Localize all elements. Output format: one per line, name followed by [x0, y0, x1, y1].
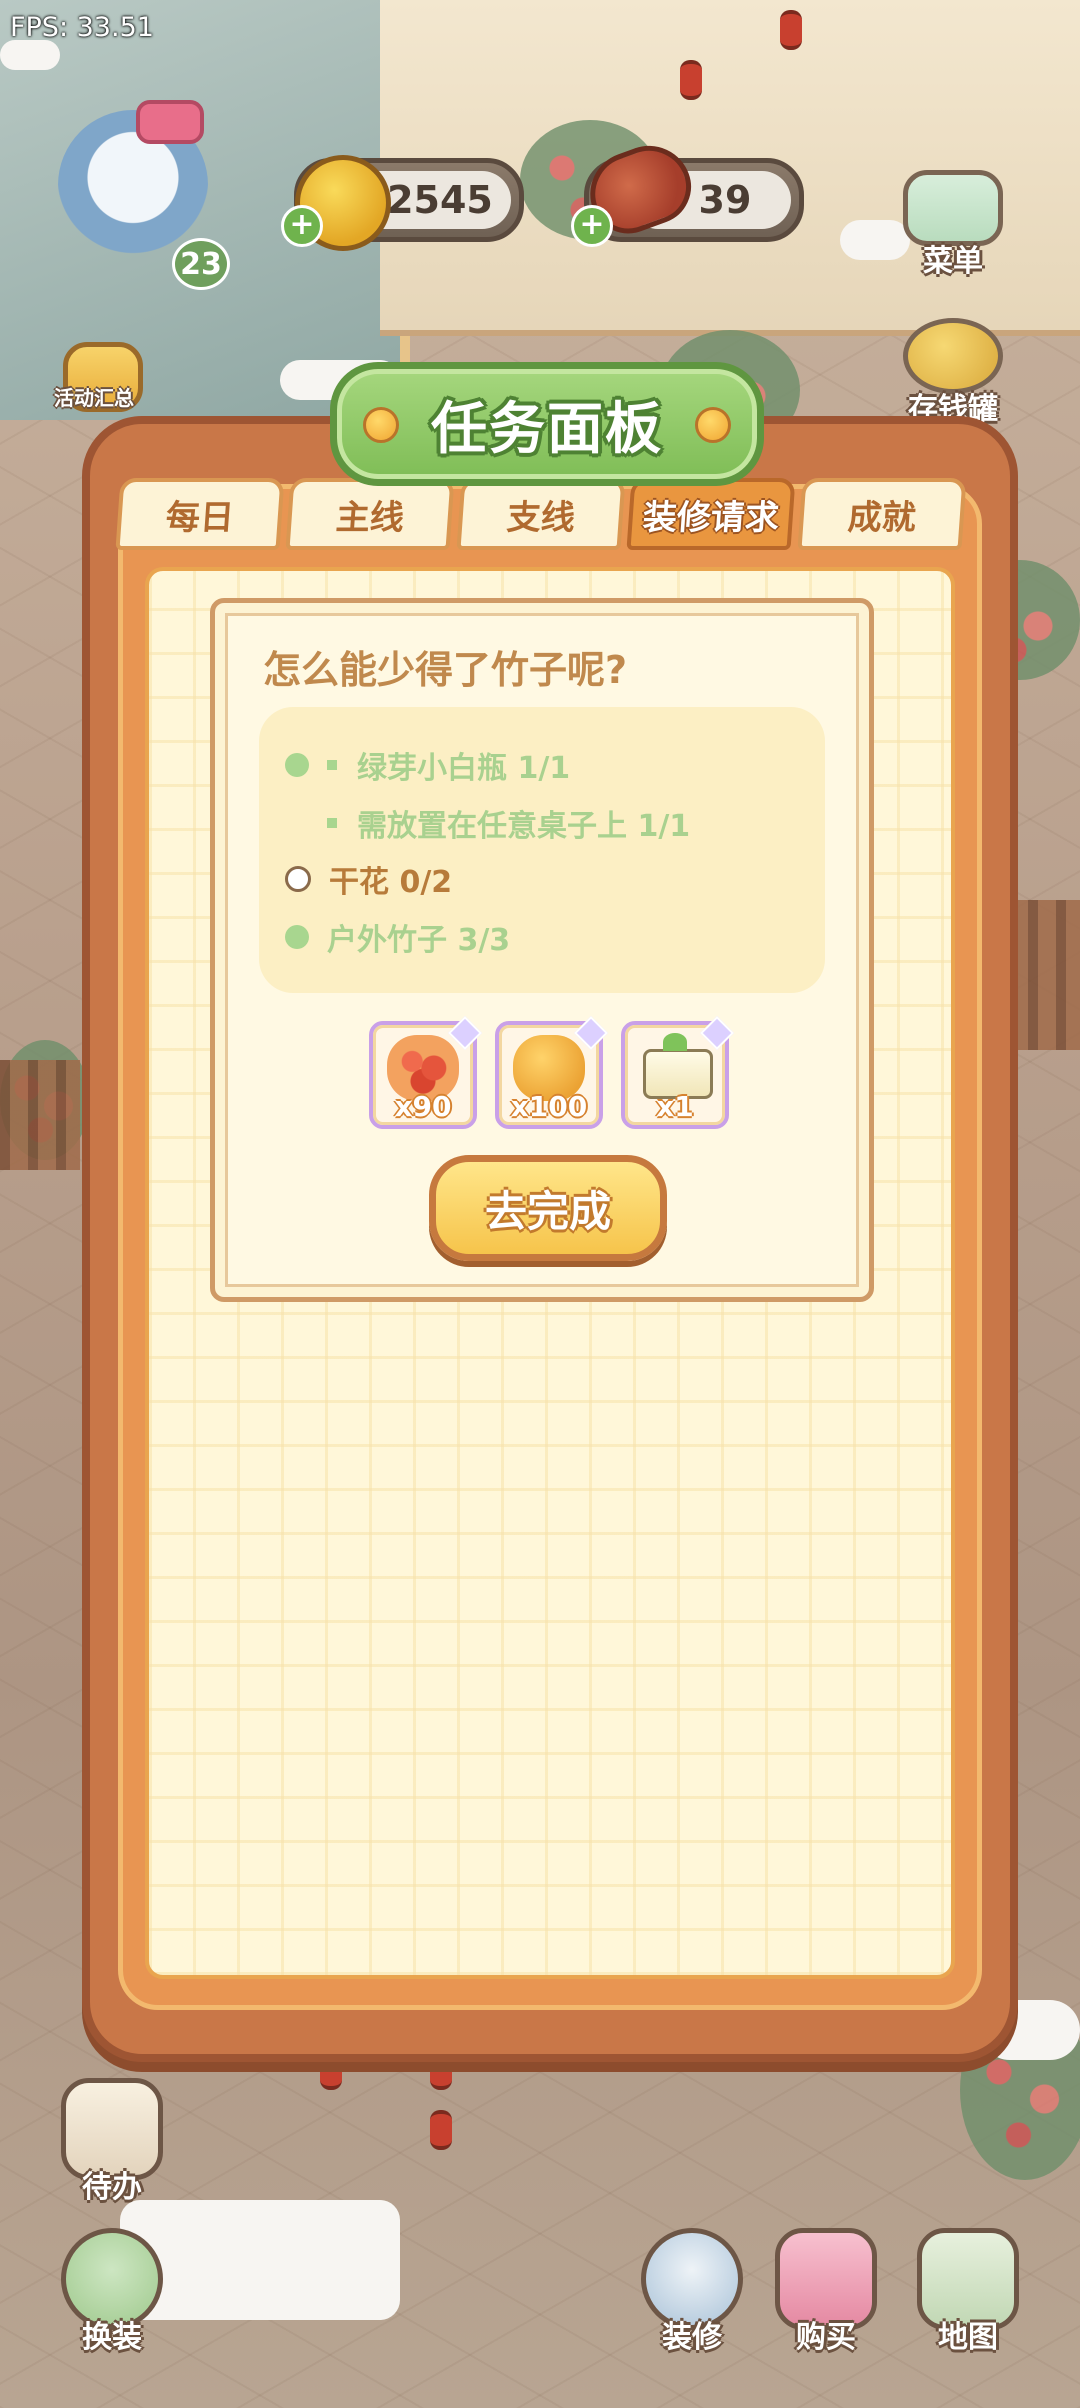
money-jar-button[interactable]: 存钱罐 — [898, 318, 1008, 428]
player-level-badge: 23 — [172, 238, 230, 290]
menu-book-icon — [903, 170, 1003, 246]
tab-decoration-requests[interactable]: 装修请求 — [626, 478, 797, 550]
snow-patch — [0, 40, 60, 70]
reward-quantity: x1 — [656, 1090, 694, 1123]
food-counter[interactable]: + 39 — [571, 133, 804, 247]
gem-corner-icon — [448, 1016, 482, 1050]
coin-counter[interactable]: + 2545 — [281, 155, 524, 251]
wooden-fence — [0, 1060, 80, 1170]
requirement-text: 需放置在任意桌子上 1/1 — [357, 809, 691, 844]
tab-main-quest[interactable]: 主线 — [285, 478, 456, 550]
requirements-box: 绿芽小白瓶 1/1 需放置在任意桌子上 1/1 干花 0/2 户外竹子 3/3 — [259, 707, 825, 993]
reward-item[interactable]: x100 — [495, 1016, 608, 1129]
todo-button[interactable]: 待办 — [54, 2076, 170, 2206]
tab-daily[interactable]: 每日 — [115, 478, 285, 550]
decorate-button[interactable]: 装修 — [634, 2226, 750, 2356]
sprout-leaf-icon — [663, 1033, 687, 1051]
money-bag-icon — [903, 318, 1003, 394]
requirement-item: 户外竹子 3/3 — [285, 915, 510, 959]
player-avatar[interactable] — [58, 100, 208, 260]
tab-achievements[interactable]: 成就 — [797, 478, 967, 550]
orange-bead-icon — [363, 407, 399, 443]
requirement-text: 户外竹子 3/3 — [327, 923, 511, 958]
completed-dot-icon — [285, 753, 309, 777]
reward-quantity: x100 — [510, 1090, 588, 1123]
orange-bead-icon — [695, 407, 731, 443]
requirement-text: 干花 0/2 — [329, 865, 453, 900]
quest-title: 怎么能少得了竹子呢? — [263, 648, 628, 692]
completed-dot-icon — [285, 925, 309, 949]
events-summary-button[interactable]: 活动汇总 — [48, 320, 158, 412]
events-summary-label: 活动汇总 — [54, 386, 134, 410]
gem-corner-icon — [700, 1016, 734, 1050]
bow-icon — [136, 100, 204, 144]
task-tabs: 每日 主线 支线 装修请求 成就 — [115, 478, 967, 550]
add-food-icon[interactable]: + — [571, 205, 613, 247]
requirement-item: 干花 0/2 — [285, 857, 452, 901]
task-panel-title-plate: 任务面板 — [330, 362, 764, 486]
incomplete-circle-icon — [285, 866, 311, 892]
task-panel-title: 任务面板 — [431, 396, 663, 462]
outfit-label: 换装 — [82, 2320, 142, 2355]
requirement-subitem: 需放置在任意桌子上 1/1 — [327, 801, 690, 845]
go-complete-button[interactable]: 去完成 — [429, 1155, 667, 1261]
reward-quantity: x90 — [394, 1090, 452, 1123]
red-lantern — [430, 2110, 452, 2150]
requirement-item: 绿芽小白瓶 1/1 — [285, 743, 570, 787]
tab-side-quest[interactable]: 支线 — [456, 478, 626, 550]
menu-button[interactable]: 菜单 — [898, 170, 1008, 280]
quest-card: 怎么能少得了竹子呢? 绿芽小白瓶 1/1 需放置在任意桌子上 1/1 干花 0/… — [210, 598, 874, 1302]
outfit-button[interactable]: 换装 — [54, 2226, 170, 2356]
reward-item[interactable]: x90 — [369, 1016, 482, 1129]
fps-counter: FPS: 33.51 — [10, 12, 154, 43]
red-lantern — [780, 10, 802, 50]
buy-button[interactable]: 购买 — [768, 2226, 884, 2356]
decorate-label: 装修 — [662, 2320, 722, 2355]
add-coins-icon[interactable]: + — [281, 205, 323, 247]
todo-label: 待办 — [82, 2170, 142, 2205]
map-label: 地图 — [938, 2320, 998, 2355]
map-button[interactable]: 地图 — [910, 2226, 1026, 2356]
gem-corner-icon — [574, 1016, 608, 1050]
requirement-text: 绿芽小白瓶 1/1 — [357, 751, 571, 786]
bullet-icon — [327, 818, 337, 828]
red-lantern — [680, 60, 702, 100]
buy-label: 购买 — [796, 2320, 856, 2355]
reward-list: x90 x100 x1 — [369, 1016, 734, 1129]
menu-label: 菜单 — [923, 244, 983, 279]
bullet-icon — [327, 760, 337, 770]
reward-item[interactable]: x1 — [621, 1016, 734, 1129]
